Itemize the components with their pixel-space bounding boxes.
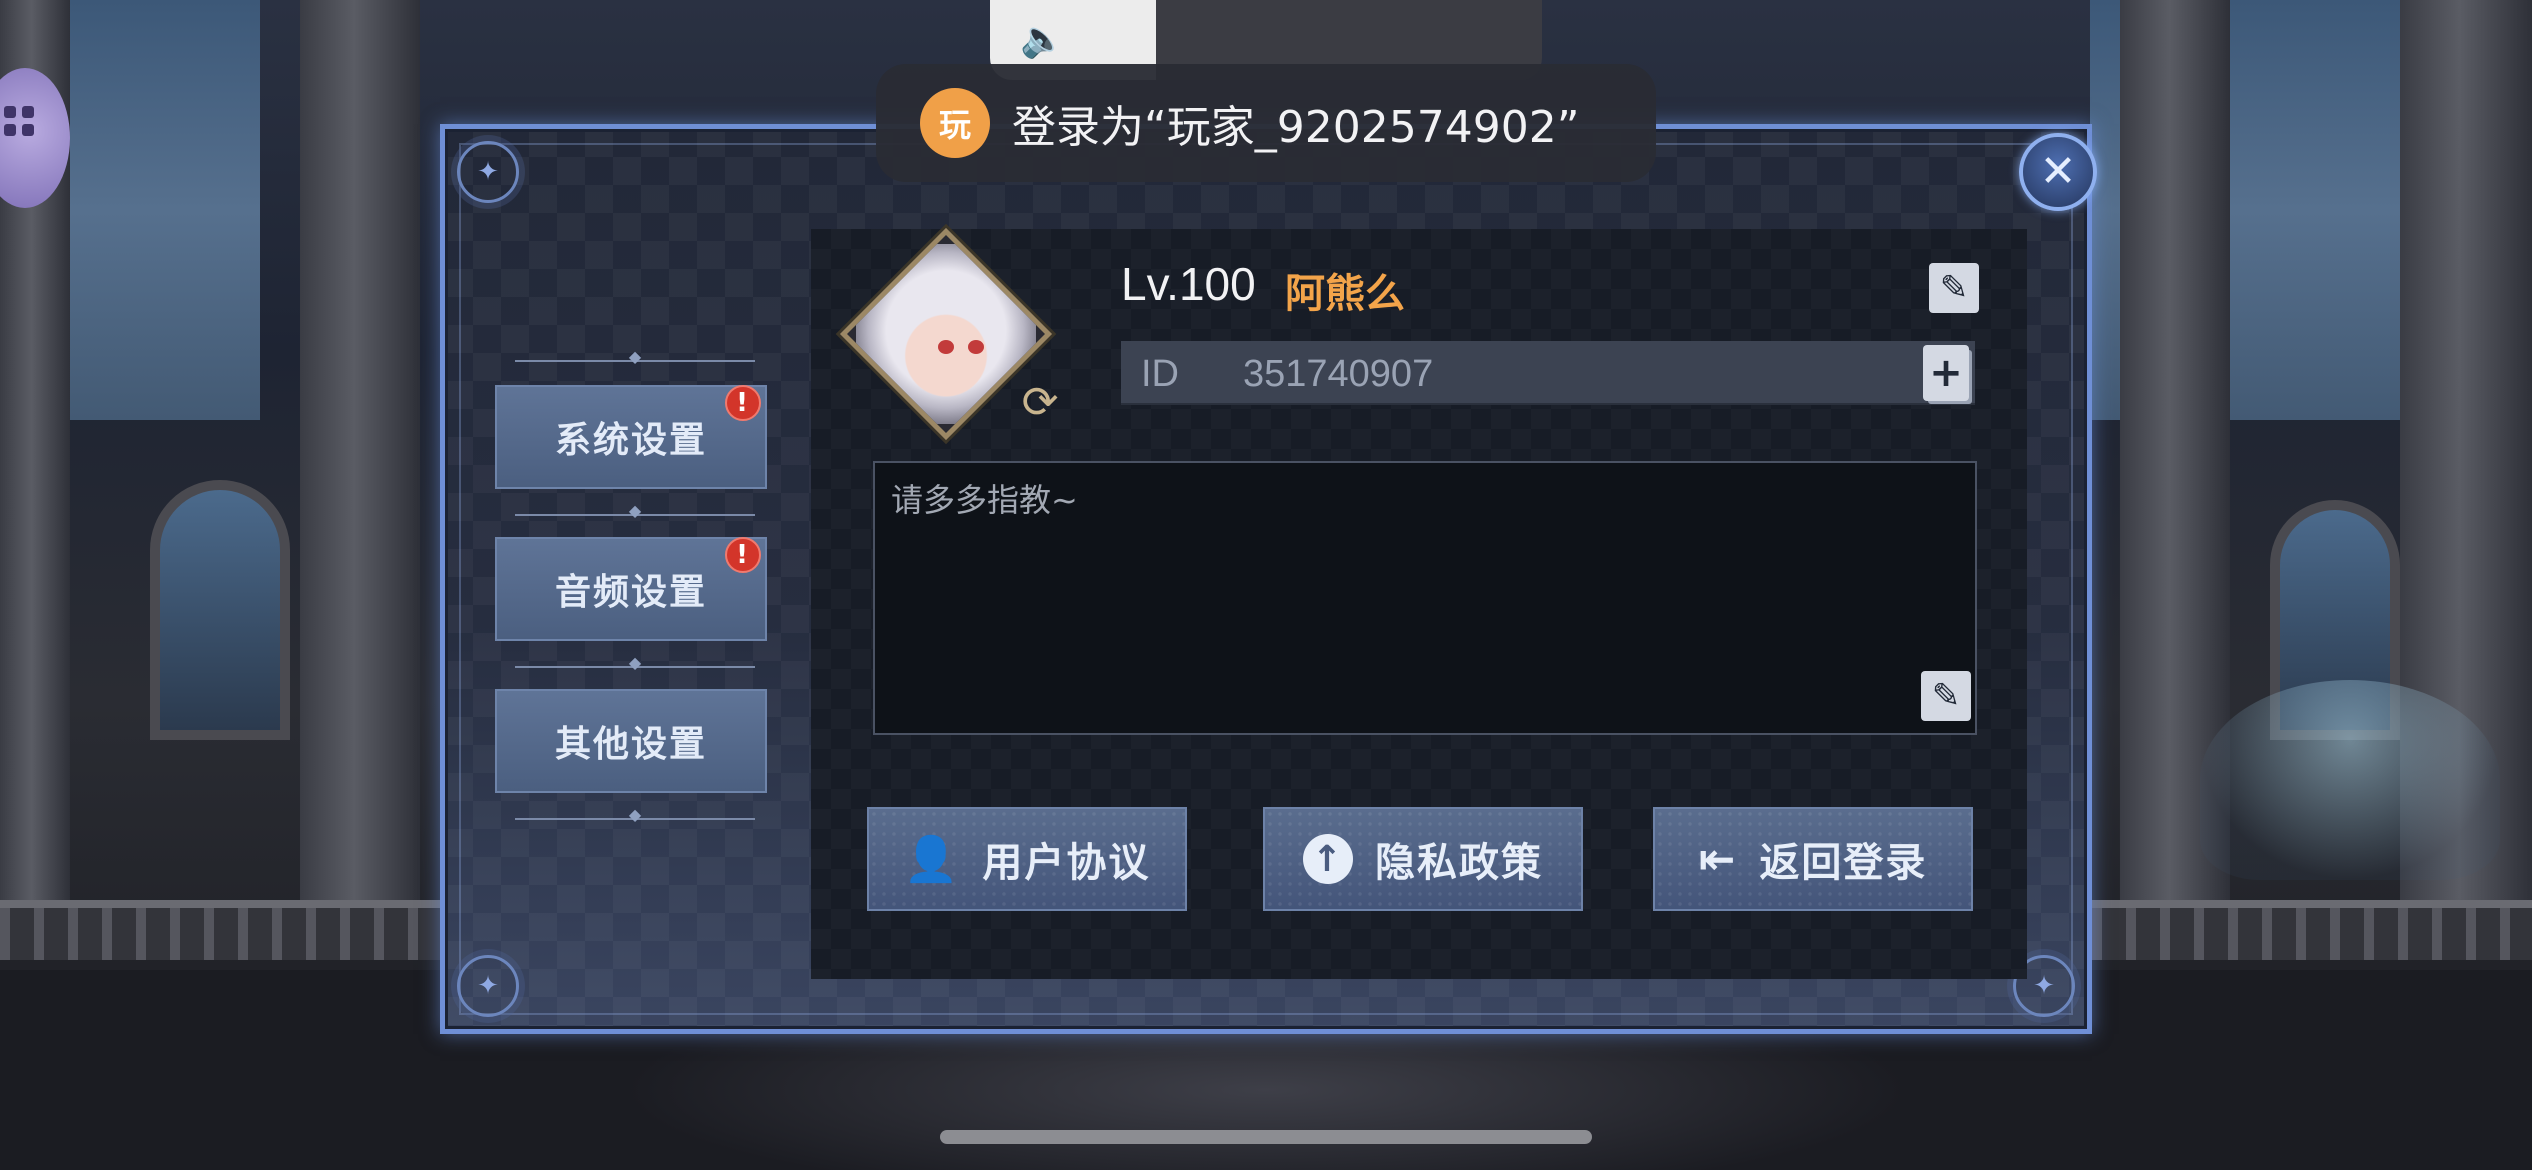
- user-agreement-button[interactable]: 👤 用户协议: [867, 807, 1187, 911]
- profile-panel: ⟳ Lv.100 阿熊么 ✎ ID 351740907 + 请多多指教~ ✎ 👤…: [811, 227, 2027, 979]
- corner-ornament: [457, 955, 519, 1017]
- dot: [22, 106, 34, 118]
- fountain: [2200, 680, 2500, 880]
- menu-system-settings[interactable]: 系统设置 !: [495, 385, 767, 489]
- edit-signature-icon[interactable]: ✎: [1921, 671, 1971, 721]
- logout-icon: ⇤: [1698, 833, 1738, 885]
- dot: [4, 106, 16, 118]
- privacy-policy-button[interactable]: ↑ 隐私政策: [1263, 807, 1583, 911]
- menu-divider: [505, 809, 765, 829]
- signature-text: 请多多指教~: [891, 481, 1078, 519]
- menu-other-settings[interactable]: 其他设置: [495, 689, 767, 793]
- signature-box[interactable]: 请多多指教~ ✎: [873, 461, 1977, 735]
- player-id-bar: ID 351740907 +: [1121, 341, 1975, 405]
- menu-audio-settings[interactable]: 音频设置 !: [495, 537, 767, 641]
- privacy-policy-label: 隐私政策: [1375, 840, 1543, 886]
- menu-divider: [505, 657, 765, 677]
- toast-avatar: 玩: [920, 88, 990, 158]
- avatar-eye: [938, 340, 954, 354]
- avatar-eye: [968, 340, 984, 354]
- player-level: Lv.100: [1121, 258, 1256, 310]
- menu-label: 系统设置: [554, 420, 707, 461]
- upload-icon: ↑: [1303, 834, 1353, 884]
- toast-message: 登录为“玩家_9202574902”: [1012, 102, 1580, 153]
- login-toast: 玩 登录为“玩家_9202574902”: [876, 64, 1656, 182]
- corner-ornament: [457, 141, 519, 203]
- user-agreement-label: 用户协议: [982, 840, 1151, 886]
- menu-divider: [505, 351, 765, 371]
- back-to-login-button[interactable]: ⇤ 返回登录: [1653, 807, 1973, 911]
- pillar: [300, 0, 420, 900]
- alert-icon: !: [725, 385, 761, 421]
- balustrade: [0, 900, 440, 960]
- refresh-icon[interactable]: ⟳: [1016, 379, 1064, 427]
- menu-divider: [505, 505, 765, 525]
- edit-name-icon[interactable]: ✎: [1929, 263, 1979, 313]
- speaker-icon: 🔈: [1020, 19, 1065, 60]
- player-name: 阿熊么: [1285, 271, 1405, 317]
- menu-label: 音频设置: [554, 572, 707, 613]
- avatar-portrait: [856, 244, 1036, 424]
- user-icon: 👤: [903, 834, 961, 885]
- back-to-login-label: 返回登录: [1759, 840, 1928, 886]
- dot: [22, 124, 34, 136]
- close-button[interactable]: ✕: [2019, 133, 2097, 211]
- menu-label: 其他设置: [554, 724, 707, 765]
- home-indicator[interactable]: [940, 1130, 1592, 1144]
- settings-dialog: ✕ 系统设置 ! 音频设置 ! 其他设置 ⟳ Lv.100 阿熊么 ✎ ID 3…: [440, 124, 2097, 1034]
- copy-id-icon[interactable]: +: [1923, 345, 1969, 401]
- id-value: 351740907: [1243, 353, 1434, 395]
- balustrade: [2092, 900, 2532, 960]
- dot: [4, 124, 16, 136]
- id-label: ID: [1141, 353, 1179, 395]
- close-icon: ✕: [2039, 146, 2077, 197]
- window-arch: [150, 480, 290, 740]
- alert-icon: !: [725, 537, 761, 573]
